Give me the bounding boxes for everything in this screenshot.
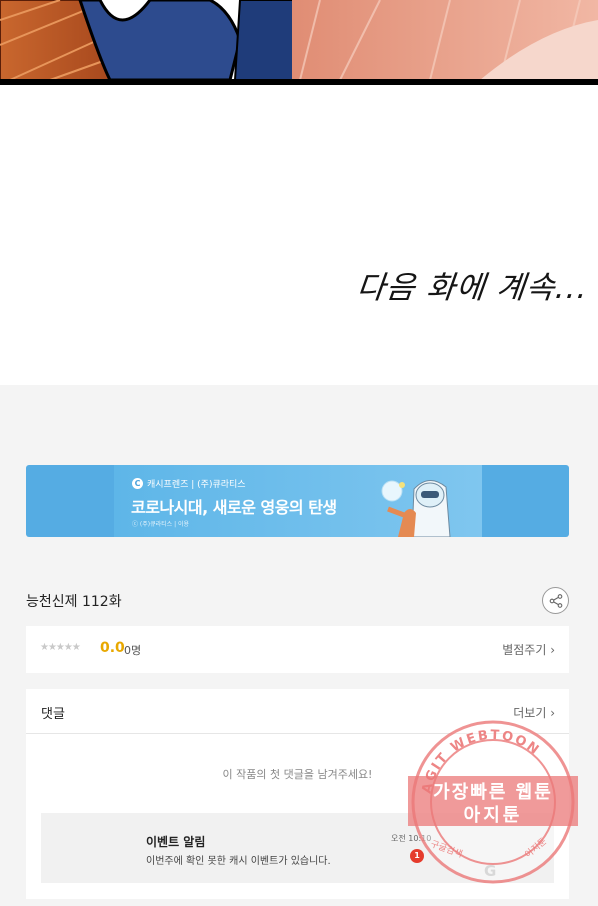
share-icon bbox=[549, 593, 562, 608]
event-unread-badge: 1 bbox=[410, 849, 424, 863]
ad-hero-illustration bbox=[381, 480, 451, 537]
rating-bar: ★★★★★ 0.0 0명 별점주기 › bbox=[26, 626, 569, 673]
ad-brand: C 캐시프렌즈 | (주)큐라티스 bbox=[132, 477, 246, 490]
ad-banner[interactable]: C 캐시프렌즈 | (주)큐라티스 코로나시대, 새로운 영웅의 탄생 ⓒ (주… bbox=[26, 465, 569, 537]
comments-title: 댓글 bbox=[41, 707, 65, 722]
share-button[interactable] bbox=[542, 587, 569, 614]
comments-section: 댓글 더보기 › 이 작품의 첫 댓글을 남겨주세요! 이벤트 알림 이번주에 … bbox=[26, 689, 569, 899]
cashfriends-logo-icon: C bbox=[132, 478, 143, 489]
ad-subtext: ⓒ (주)큐라티스 | 이용 bbox=[132, 521, 190, 528]
event-time: 오전 10:10 bbox=[391, 834, 432, 843]
to-be-continued-caption: 다음 화에 계속... bbox=[354, 270, 590, 306]
comic-panel-area: 다음 화에 계속... bbox=[0, 0, 598, 385]
event-title: 이벤트 알림 bbox=[146, 835, 206, 849]
event-description: 이번주에 확인 못한 캐시 이벤트가 있습니다. bbox=[146, 856, 331, 867]
ad-banner-content[interactable]: C 캐시프렌즈 | (주)큐라티스 코로나시대, 새로운 영웅의 탄생 ⓒ (주… bbox=[114, 465, 482, 537]
episode-title: 능천신제 112화 bbox=[26, 594, 122, 610]
ad-brand-text: 캐시프렌즈 | (주)큐라티스 bbox=[147, 480, 246, 490]
comments-header: 댓글 더보기 › bbox=[26, 689, 569, 734]
comic-image bbox=[0, 0, 598, 85]
rating-count: 0명 bbox=[124, 644, 142, 657]
rate-button[interactable]: 별점주기 › bbox=[502, 641, 555, 658]
event-notification-card[interactable]: 이벤트 알림 이번주에 확인 못한 캐시 이벤트가 있습니다. 오전 10:10… bbox=[41, 813, 554, 883]
comments-empty-message: 이 작품의 첫 댓글을 남겨주세요! bbox=[222, 768, 373, 781]
ad-headline: 코로나시대, 새로운 영웅의 탄생 bbox=[131, 498, 337, 517]
rating-stars-icon: ★★★★★ bbox=[40, 642, 81, 653]
rating-score: 0.0 bbox=[100, 640, 125, 656]
comments-more-link[interactable]: 더보기 › bbox=[513, 704, 555, 721]
